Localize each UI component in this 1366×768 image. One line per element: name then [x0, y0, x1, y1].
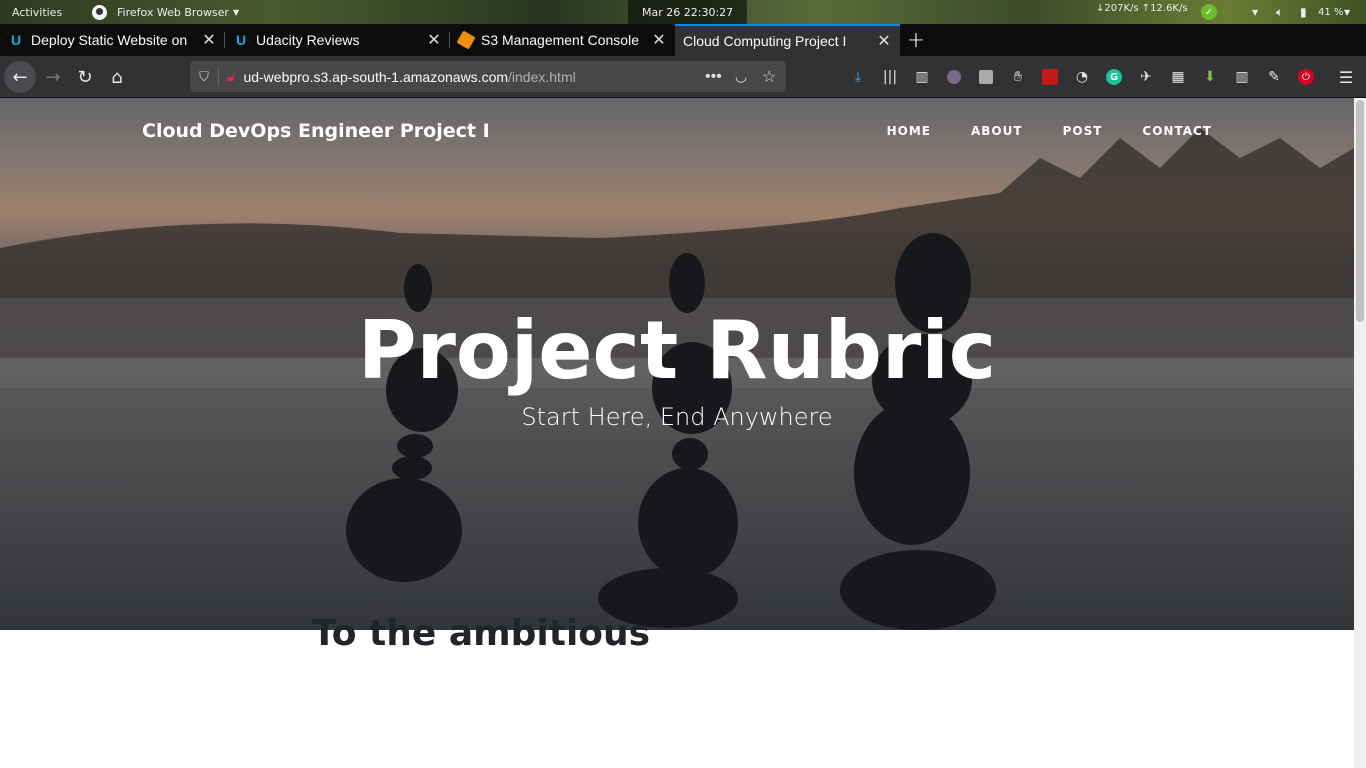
- url-path: /index.html: [508, 68, 576, 85]
- udacity-icon: U: [10, 32, 22, 48]
- hero-subtitle: Start Here, End Anywhere: [521, 403, 833, 431]
- battery-label: 41 %: [1318, 6, 1344, 18]
- nav-link-about[interactable]: ABOUT: [951, 124, 1043, 138]
- pocket-icon[interactable]: ◡: [735, 68, 747, 85]
- home-button[interactable]: ⌂: [101, 61, 133, 93]
- tab-title: Cloud Computing Project I: [683, 33, 847, 49]
- tab-title: Udacity Reviews: [256, 32, 360, 48]
- tab-strip: U Deploy Static Website on ✕ U Udacity R…: [0, 24, 1366, 56]
- page-scrollbar[interactable]: [1354, 98, 1366, 768]
- activities-button[interactable]: Activities: [12, 0, 62, 24]
- udacity-icon: U: [235, 32, 247, 48]
- sidebar-icon[interactable]: ▥: [910, 65, 934, 89]
- site-nav: HOME ABOUT POST CONTACT: [867, 124, 1212, 138]
- extension-profile-icon[interactable]: [942, 65, 966, 89]
- tab-s3-console[interactable]: S3 Management Console ✕: [450, 24, 675, 56]
- clock-label: Mar 26 22:30:27: [628, 0, 748, 24]
- extension-evernote-icon[interactable]: ◔: [1070, 65, 1094, 89]
- close-tab-icon[interactable]: ✕: [876, 33, 892, 50]
- tab-udacity-reviews[interactable]: U Udacity Reviews ✕: [225, 24, 450, 56]
- site-brand-link[interactable]: Cloud DevOps Engineer Project I: [142, 120, 490, 142]
- firefox-icon: [92, 4, 107, 20]
- extension-screenshot-icon[interactable]: [974, 65, 998, 89]
- new-tab-button[interactable]: +: [900, 24, 932, 56]
- page-viewport: Cloud DevOps Engineer Project I HOME ABO…: [0, 98, 1354, 768]
- extension-download-icon[interactable]: ⬇: [1198, 65, 1222, 89]
- tab-title: S3 Management Console: [481, 32, 639, 48]
- library-icon[interactable]: |||: [878, 65, 902, 89]
- hero-section: Cloud DevOps Engineer Project I HOME ABO…: [0, 98, 1354, 630]
- reload-button[interactable]: ↻: [69, 61, 101, 93]
- system-menu-chevron-icon[interactable]: ▼: [1344, 0, 1350, 24]
- downloads-icon[interactable]: ⤓: [846, 65, 870, 89]
- nav-link-post[interactable]: POST: [1043, 124, 1123, 138]
- navigation-toolbar: ← → ↻ ⌂ ⛉ 🔓︎ ud-webpro.s3.ap-south-1.ama…: [0, 56, 1366, 98]
- battery-percent: 41 %: [1318, 0, 1343, 24]
- shield-icon[interactable]: ⛉: [190, 69, 218, 85]
- url-host: ud-webpro.s3.ap-south-1.amazonaws.com: [243, 68, 509, 85]
- wifi-icon[interactable]: ▾: [1252, 0, 1258, 24]
- activities-label: Activities: [12, 5, 63, 19]
- status-check-icon[interactable]: ✓: [1201, 0, 1217, 24]
- tab-deploy-static-website[interactable]: U Deploy Static Website on ✕: [0, 24, 225, 56]
- clock[interactable]: Mar 26 22:30:27: [628, 0, 748, 24]
- net-speed-indicator: ↓207K/s ↑12.6K/s: [1096, 0, 1188, 20]
- battery-icon[interactable]: ▮: [1300, 0, 1307, 24]
- app-menu[interactable]: Firefox Web Browser ▼: [92, 0, 239, 24]
- bookmark-star-icon[interactable]: ☆: [762, 67, 776, 87]
- extension-red-icon[interactable]: [1038, 65, 1062, 89]
- extension-grid-icon[interactable]: ▦: [1166, 65, 1190, 89]
- nav-link-contact[interactable]: CONTACT: [1122, 124, 1212, 138]
- net-speed-label: ↓207K/s ↑12.6K/s: [1096, 2, 1188, 14]
- forward-button[interactable]: →: [37, 61, 69, 93]
- tab-title: Deploy Static Website on: [31, 32, 188, 48]
- tab-cloud-computing-project[interactable]: Cloud Computing Project I ✕: [675, 24, 900, 56]
- chevron-down-icon: ▼: [232, 7, 240, 17]
- section-heading: To the ambitious: [312, 613, 651, 654]
- scrollbar-thumb[interactable]: [1356, 100, 1364, 322]
- app-menu-label: Firefox Web Browser: [117, 5, 229, 19]
- extension-eyedropper-icon[interactable]: ✎: [1262, 65, 1286, 89]
- aws-icon: [456, 30, 476, 50]
- extension-columns-icon[interactable]: ▥: [1230, 65, 1254, 89]
- hero-title: Project Rubric: [357, 304, 997, 397]
- volume-icon[interactable]: 🔈︎: [1276, 0, 1283, 24]
- insecure-lock-icon[interactable]: 🔓︎: [227, 69, 235, 85]
- close-tab-icon[interactable]: ✕: [201, 32, 217, 49]
- close-tab-icon[interactable]: ✕: [426, 32, 442, 49]
- extension-gnome-icon[interactable]: ✋︎: [1006, 65, 1030, 89]
- hamburger-menu-icon[interactable]: ☰: [1334, 65, 1358, 89]
- url-bar[interactable]: ⛉ 🔓︎ ud-webpro.s3.ap-south-1.amazonaws.c…: [190, 61, 786, 92]
- system-top-bar: Activities Firefox Web Browser ▼ Mar 26 …: [0, 0, 1366, 24]
- extension-power-icon[interactable]: ⏻: [1294, 65, 1318, 89]
- extension-plane-icon[interactable]: ✈: [1134, 65, 1158, 89]
- page-actions-icon[interactable]: •••: [705, 68, 722, 86]
- back-button[interactable]: ←: [4, 61, 36, 93]
- nav-link-home[interactable]: HOME: [867, 124, 951, 138]
- grammarly-icon[interactable]: G: [1102, 65, 1126, 89]
- close-tab-icon[interactable]: ✕: [651, 32, 667, 49]
